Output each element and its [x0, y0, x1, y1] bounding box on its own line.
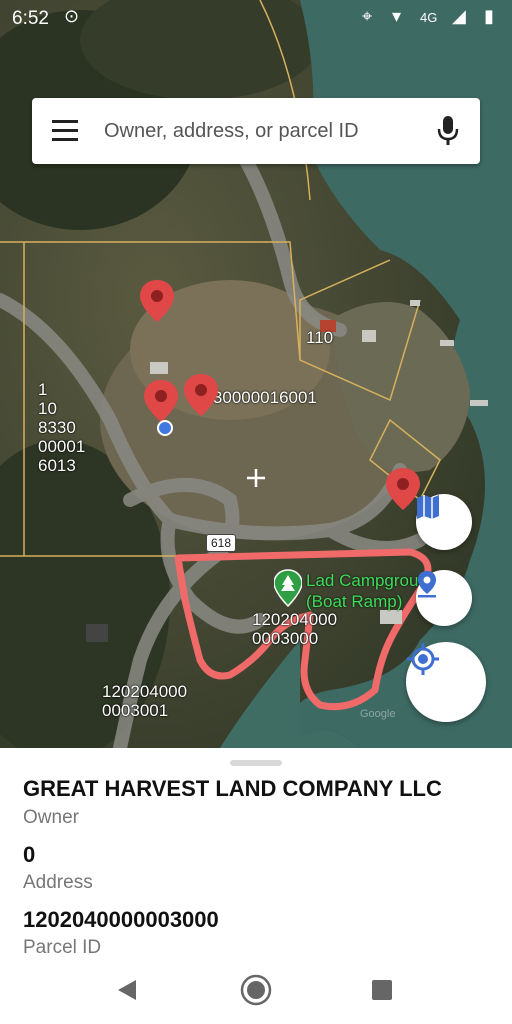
microphone-icon[interactable]	[436, 114, 460, 148]
network-type: 4G	[420, 10, 438, 25]
campground-icon[interactable]	[274, 568, 302, 608]
owner-value: GREAT HARVEST LAND COMPANY LLC	[23, 776, 442, 801]
parcel-label: 120204000 0003000	[252, 610, 338, 648]
back-icon[interactable]	[116, 978, 138, 1002]
parcel-label: 120204000 0003001	[102, 682, 188, 720]
status-time: 6:52	[12, 8, 49, 29]
parcel-id-label: Parcel ID	[23, 937, 102, 958]
current-location-dot	[157, 420, 173, 436]
battery-icon: ▮	[484, 6, 494, 26]
parcel-id-value: 1202040000003000	[23, 907, 219, 932]
wifi-icon: ▾	[392, 6, 402, 26]
status-bar: 6:52 ⊙ ⌖ ▾ 4G ◢ ▮	[0, 0, 512, 36]
map-marker-icon[interactable]	[142, 378, 180, 424]
address-label: Address	[23, 872, 93, 893]
parcel-label: 110	[306, 328, 334, 347]
parcel-details-sheet[interactable]: GREAT HARVEST LAND COMPANY LLC Owner 0 A…	[0, 748, 512, 960]
recents-icon[interactable]	[371, 979, 393, 1001]
map-marker-icon[interactable]	[138, 278, 176, 324]
crosshair-icon	[247, 469, 265, 487]
menu-icon[interactable]	[52, 120, 78, 142]
my-location-button[interactable]	[406, 642, 486, 722]
signal-icon: ◢	[452, 6, 466, 26]
map-marker-icon[interactable]	[182, 372, 220, 418]
app-notification-icon: ⊙	[64, 6, 80, 26]
search-bar	[32, 98, 480, 164]
drag-handle[interactable]	[230, 760, 282, 766]
map-attribution: Google	[360, 708, 396, 720]
map-icon	[417, 495, 439, 519]
parcel-label: 1 10 8330 00001 6013	[38, 380, 86, 475]
pin-icon	[418, 571, 436, 598]
road-shield: 618	[206, 534, 237, 552]
owner-label: Owner	[23, 807, 79, 828]
search-input[interactable]	[102, 110, 426, 152]
map-layers-button[interactable]	[416, 494, 472, 550]
location-icon: ⌖	[362, 6, 373, 26]
drop-pin-button[interactable]	[416, 570, 472, 626]
home-icon[interactable]	[239, 973, 273, 1007]
my-location-icon	[407, 643, 439, 675]
address-value: 0	[23, 842, 36, 867]
system-nav-bar	[0, 960, 512, 1024]
